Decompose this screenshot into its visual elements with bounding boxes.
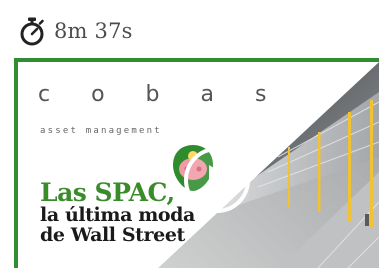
- stopwatch-icon: [18, 16, 46, 46]
- duration-label: 8m 37s: [54, 19, 133, 43]
- video-duration: 8m 37s: [18, 14, 133, 48]
- video-item: 8m 37s c o b a s asset management Las SP…: [0, 0, 379, 268]
- headline-line-2: la última moda: [40, 204, 195, 226]
- play-button[interactable]: [182, 145, 252, 215]
- video-thumbnail[interactable]: c o b a s asset management Las SPAC, la …: [18, 62, 379, 268]
- brand-subtitle: asset management: [40, 126, 162, 136]
- brand-logo-text: c o b a s: [38, 82, 284, 107]
- headline-line-3: de Wall Street: [40, 224, 185, 246]
- video-thumbnail-card[interactable]: c o b a s asset management Las SPAC, la …: [14, 58, 379, 268]
- play-icon[interactable]: [182, 145, 252, 215]
